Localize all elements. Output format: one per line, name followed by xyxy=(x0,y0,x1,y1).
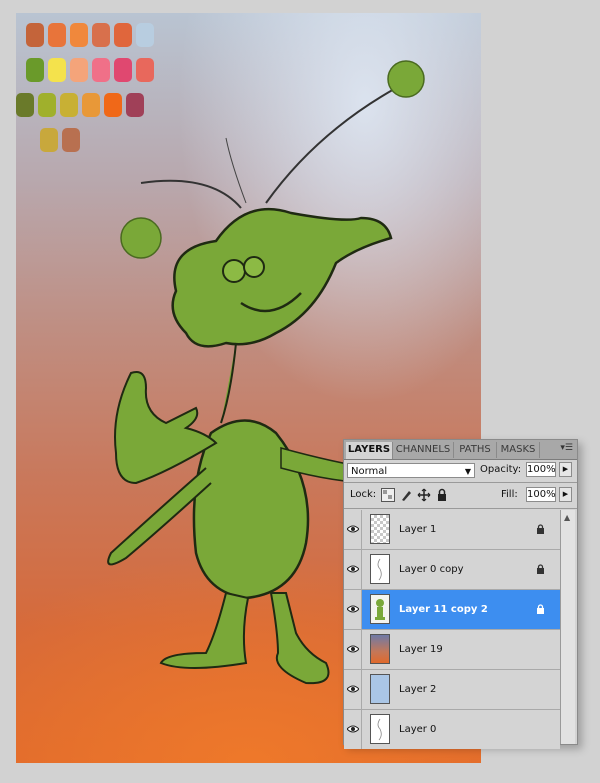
palette-swatch xyxy=(82,93,100,117)
palette-swatch xyxy=(62,128,80,152)
layers-panel: LAYERS CHANNELS PATHS MASKS ▾☰ Normal ▼ … xyxy=(343,439,578,749)
layer-row[interactable]: Layer 19 xyxy=(344,630,560,670)
layer-name[interactable]: Layer 0 xyxy=(399,710,436,749)
lock-image-pixels-icon[interactable] xyxy=(399,488,413,502)
palette-swatch xyxy=(26,58,44,82)
layer-thumbnail xyxy=(370,554,390,584)
lock-label: Lock: xyxy=(350,489,377,500)
opacity-label: Opacity: xyxy=(480,464,522,475)
visibility-eye-icon[interactable] xyxy=(344,630,362,669)
tab-paths[interactable]: PATHS xyxy=(454,442,497,458)
fill-field[interactable]: 100% xyxy=(526,487,556,502)
visibility-eye-icon[interactable] xyxy=(344,710,362,749)
layer-name[interactable]: Layer 11 copy 2 xyxy=(399,590,488,629)
layer-thumbnail xyxy=(370,594,390,624)
palette-swatch xyxy=(114,23,132,47)
palette-swatch xyxy=(70,23,88,47)
palette-swatch xyxy=(38,93,56,117)
layer-lock-icon xyxy=(536,564,545,577)
blend-mode-value: Normal xyxy=(351,466,388,477)
layer-thumbnail xyxy=(370,514,390,544)
opacity-slider-arrow[interactable]: ▶ xyxy=(559,462,572,477)
opacity-field[interactable]: 100% xyxy=(526,462,556,477)
layer-thumbnail xyxy=(370,714,390,744)
visibility-eye-icon[interactable] xyxy=(344,550,362,589)
layer-row[interactable]: Layer 0 copy xyxy=(344,550,560,590)
palette-swatch xyxy=(104,93,122,117)
palette-swatch xyxy=(136,58,154,82)
palette-swatch xyxy=(70,58,88,82)
tab-masks[interactable]: MASKS xyxy=(497,442,540,458)
fill-label: Fill: xyxy=(501,489,518,500)
layer-thumbnail xyxy=(370,674,390,704)
scroll-up-icon[interactable]: ▲ xyxy=(564,513,570,522)
fill-slider-arrow[interactable]: ▶ xyxy=(559,487,572,502)
layer-name[interactable]: Layer 1 xyxy=(399,510,436,549)
tab-layers[interactable]: LAYERS xyxy=(346,442,393,459)
lock-position-icon[interactable] xyxy=(417,488,431,502)
palette-swatch xyxy=(60,93,78,117)
panel-tabs: LAYERS CHANNELS PATHS MASKS ▾☰ xyxy=(344,440,577,460)
layers-list: Layer 1 Layer 0 copy Layer 11 copy 2 Lay… xyxy=(344,510,560,749)
layers-scrollbar[interactable]: ▲ xyxy=(560,510,575,744)
palette-swatch xyxy=(136,23,154,47)
palette-swatch xyxy=(114,58,132,82)
palette-swatch xyxy=(48,58,66,82)
layer-lock-icon xyxy=(536,524,545,537)
layer-row[interactable]: Layer 0 xyxy=(344,710,560,749)
palette-swatch xyxy=(92,23,110,47)
palette-swatch xyxy=(92,58,110,82)
layer-name[interactable]: Layer 0 copy xyxy=(399,550,463,589)
layer-row[interactable]: Layer 1 xyxy=(344,510,560,550)
lock-transparent-pixels-icon[interactable] xyxy=(381,488,395,502)
blend-mode-select[interactable]: Normal ▼ xyxy=(347,463,475,478)
visibility-eye-icon[interactable] xyxy=(344,510,362,549)
layer-row[interactable]: Layer 2 xyxy=(344,670,560,710)
layer-name[interactable]: Layer 2 xyxy=(399,670,436,709)
layer-name[interactable]: Layer 19 xyxy=(399,630,443,669)
palette-swatch xyxy=(48,23,66,47)
palette-swatch xyxy=(26,23,44,47)
tab-channels[interactable]: CHANNELS xyxy=(393,442,454,458)
visibility-eye-icon[interactable] xyxy=(344,590,362,629)
chevron-down-icon: ▼ xyxy=(464,467,471,476)
palette-swatch xyxy=(126,93,144,117)
layer-thumbnail xyxy=(370,634,390,664)
palette-swatch xyxy=(16,93,34,117)
panel-menu-icon[interactable]: ▾☰ xyxy=(560,443,573,453)
visibility-eye-icon[interactable] xyxy=(344,670,362,709)
layer-lock-icon xyxy=(536,604,545,617)
lock-all-icon[interactable] xyxy=(435,488,449,502)
palette-swatch xyxy=(40,128,58,152)
layer-row[interactable]: Layer 11 copy 2 xyxy=(344,590,560,630)
